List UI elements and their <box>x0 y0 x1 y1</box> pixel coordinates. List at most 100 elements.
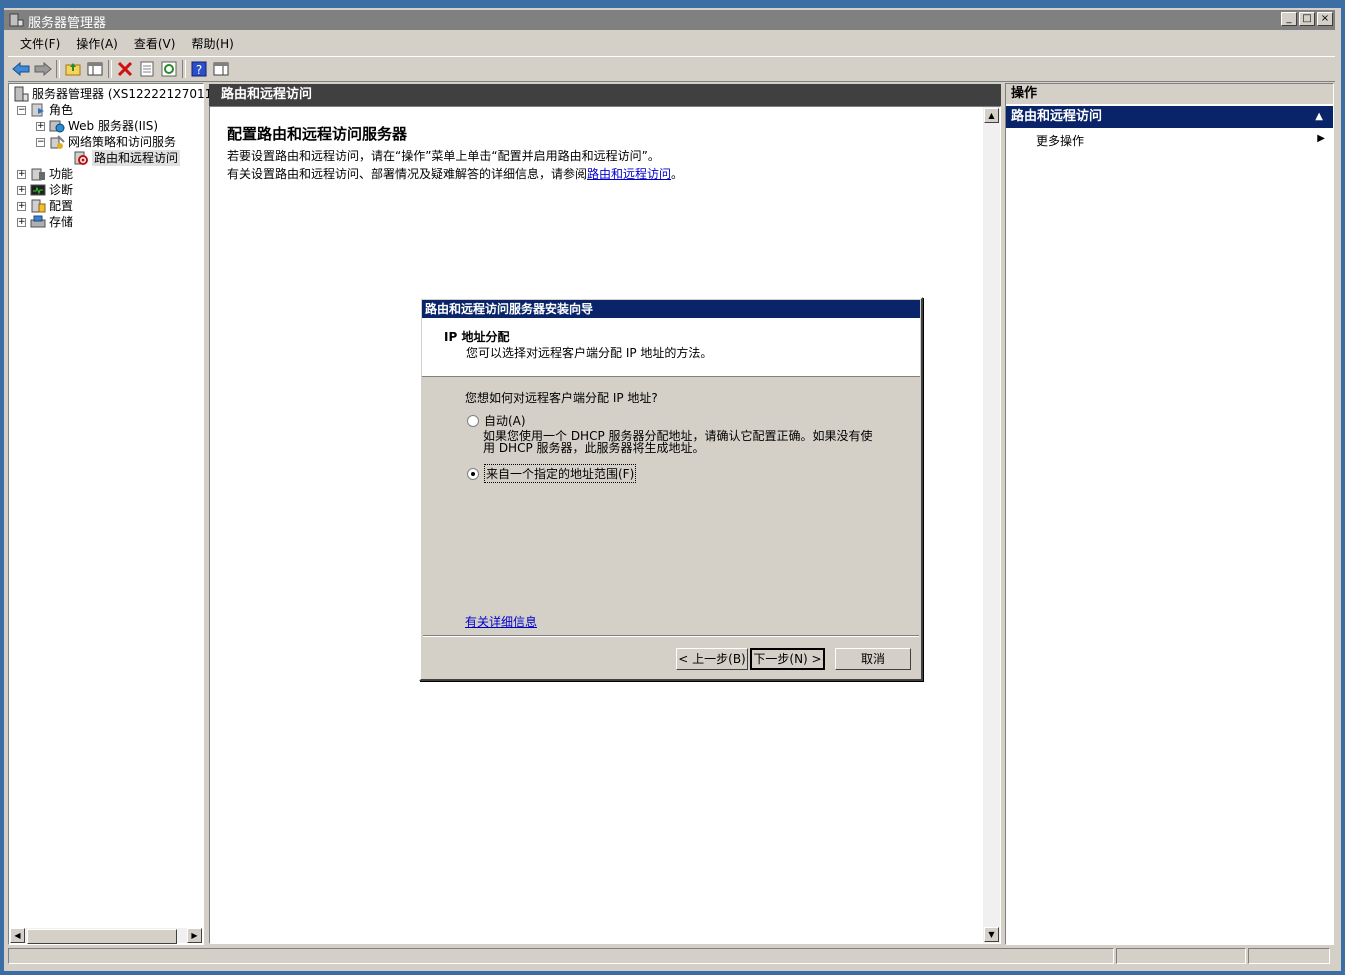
status-bar <box>8 948 1333 966</box>
center-vertical-scrollbar[interactable]: ▲ ▼ <box>983 107 1000 943</box>
collapse-toggle[interactable]: − <box>36 137 45 147</box>
back-button[interactable]: < 上一步(B) <box>676 648 748 670</box>
tree-label: 功能 <box>49 167 74 181</box>
configuration-icon <box>31 199 46 213</box>
tree-item-configuration[interactable]: + 配置 <box>17 198 73 214</box>
tree-item-storage[interactable]: + 存储 <box>17 214 73 230</box>
back-icon <box>12 62 30 76</box>
title-bar: 服务器管理器 _ □ × <box>4 10 1335 31</box>
info-text: 有关设置路由和远程访问、部署情况及疑难解答的详细信息，请参阅 <box>227 167 588 181</box>
tree-label: 配置 <box>49 199 74 213</box>
tree-label: 路由和远程访问 <box>92 150 181 166</box>
window-title: 服务器管理器 <box>28 16 107 31</box>
help-icon: ? <box>191 61 207 77</box>
console-tree: 服务器管理器 (XS122221270114 − 角色 + Web 服务器(II… <box>8 83 220 945</box>
tree-item-network-policy[interactable]: − 网络策略和访问服务 <box>36 134 176 150</box>
menu-action[interactable]: 操作(A) <box>68 35 126 52</box>
show-hide-tree-button[interactable] <box>84 59 106 79</box>
info-text-end: 。 <box>671 167 684 181</box>
menu-file[interactable]: 文件(F) <box>12 35 68 52</box>
expand-toggle[interactable]: + <box>17 217 26 227</box>
tree-label: 诊断 <box>49 183 74 197</box>
scroll-thumb[interactable] <box>27 929 177 944</box>
svg-text:?: ? <box>196 63 202 77</box>
more-info-link[interactable]: 有关详细信息 <box>465 613 537 630</box>
server-manager-icon <box>9 13 24 27</box>
tree-horizontal-scrollbar[interactable]: ◀ ▶ <box>10 928 202 944</box>
actions-section-label: 路由和远程访问 <box>1011 109 1103 124</box>
tree-item-roles[interactable]: − 角色 <box>17 102 73 118</box>
page-title: 配置路由和远程访问服务器 <box>227 125 408 143</box>
rras-setup-wizard: 路由和远程访问服务器安装向导 IP 地址分配 您可以选择对远程客户端分配 IP … <box>419 297 923 681</box>
web-server-icon <box>49 120 65 133</box>
toolbar-separator <box>182 60 186 78</box>
toolbar-separator <box>108 60 112 78</box>
rras-help-link[interactable]: 路由和远程访问 <box>587 167 671 181</box>
expand-toggle[interactable]: + <box>36 121 45 131</box>
scroll-up-button[interactable]: ▲ <box>984 108 999 123</box>
scroll-left-button[interactable]: ◀ <box>10 928 25 943</box>
up-folder-button[interactable] <box>62 59 84 79</box>
expand-toggle[interactable]: + <box>17 185 26 195</box>
show-hide-action-pane-icon <box>213 62 229 76</box>
tree-label: 存储 <box>49 215 74 229</box>
more-actions-item[interactable]: 更多操作 <box>1036 132 1084 149</box>
close-button[interactable]: × <box>1317 12 1333 26</box>
collapse-toggle[interactable]: − <box>17 105 26 115</box>
storage-icon <box>30 215 46 228</box>
delete-button[interactable] <box>114 59 136 79</box>
network-policy-icon <box>50 135 65 149</box>
info-line: 有关设置路由和远程访问、部署情况及疑难解答的详细信息，请参阅路由和远程访问。 <box>227 165 683 182</box>
actions-section-rras[interactable]: 路由和远程访问 ▲ <box>1006 106 1333 128</box>
help-button[interactable]: ? <box>188 59 210 79</box>
actions-pane: 操作 路由和远程访问 ▲ 更多操作 ▶ <box>1005 83 1334 945</box>
refresh-button[interactable] <box>158 59 180 79</box>
expand-toggle[interactable]: + <box>17 201 26 211</box>
back-button[interactable] <box>10 59 32 79</box>
forward-button[interactable] <box>32 59 54 79</box>
instructions-line: 若要设置路由和远程访问，请在“操作”菜单上单击“配置并启用路由和远程访问”。 <box>227 149 660 163</box>
tree-label: Web 服务器(IIS) <box>68 119 159 133</box>
wizard-separator <box>423 635 919 637</box>
actions-header: 操作 <box>1006 84 1333 104</box>
minimize-button[interactable]: _ <box>1281 12 1297 26</box>
tree-item-diagnostics[interactable]: + 诊断 <box>17 182 73 198</box>
scroll-right-button[interactable]: ▶ <box>187 928 202 943</box>
auto-description: 如果您使用一个 DHCP 服务器分配地址，请确认它配置正确。如果没有使 用 DH… <box>483 430 883 454</box>
tree-item-features[interactable]: + 功能 <box>17 166 73 182</box>
tree-label: 角色 <box>49 103 74 117</box>
refresh-icon <box>161 61 177 77</box>
diagnostics-icon <box>30 184 46 196</box>
collapse-up-icon[interactable]: ▲ <box>1315 106 1323 128</box>
next-button[interactable]: 下一步(N) > <box>750 648 825 670</box>
radio-address-range[interactable]: 来自一个指定的地址范围(F) <box>467 464 637 483</box>
toolbar-separator <box>56 60 60 78</box>
toolbar: ? <box>8 56 1335 82</box>
tree-label: 网络策略和访问服务 <box>68 135 177 149</box>
show-hide-action-pane-button[interactable] <box>210 59 232 79</box>
radio-button-unchecked[interactable] <box>467 414 479 427</box>
radio-auto[interactable]: 自动(A) <box>467 412 526 429</box>
tree-item-web-server[interactable]: + Web 服务器(IIS) <box>36 118 158 134</box>
status-cell <box>1116 948 1246 964</box>
tree-item-server-manager[interactable]: 服务器管理器 (XS122221270114 <box>13 86 220 102</box>
cancel-button[interactable]: 取消 <box>835 648 911 670</box>
wizard-heading: IP 地址分配 <box>444 330 510 344</box>
rras-icon <box>74 151 88 165</box>
radio-range-label: 来自一个指定的地址范围(F) <box>484 464 637 483</box>
delete-icon <box>117 61 133 77</box>
server-icon <box>14 86 29 102</box>
scroll-down-button[interactable]: ▼ <box>984 927 999 942</box>
maximize-button[interactable]: □ <box>1299 12 1315 26</box>
radio-button-checked[interactable] <box>467 467 479 480</box>
tree-item-rras[interactable]: 路由和远程访问 <box>73 150 181 166</box>
menu-bar: 文件(F) 操作(A) 查看(V) 帮助(H) <box>8 32 1337 54</box>
expand-toggle[interactable]: + <box>17 169 26 179</box>
menu-view[interactable]: 查看(V) <box>126 35 184 52</box>
menu-help[interactable]: 帮助(H) <box>183 35 241 52</box>
properties-button[interactable] <box>136 59 158 79</box>
roles-icon <box>31 103 44 117</box>
show-hide-tree-icon <box>87 62 103 76</box>
wizard-header: IP 地址分配 您可以选择对远程客户端分配 IP 地址的方法。 <box>422 318 920 377</box>
features-icon <box>31 168 45 181</box>
